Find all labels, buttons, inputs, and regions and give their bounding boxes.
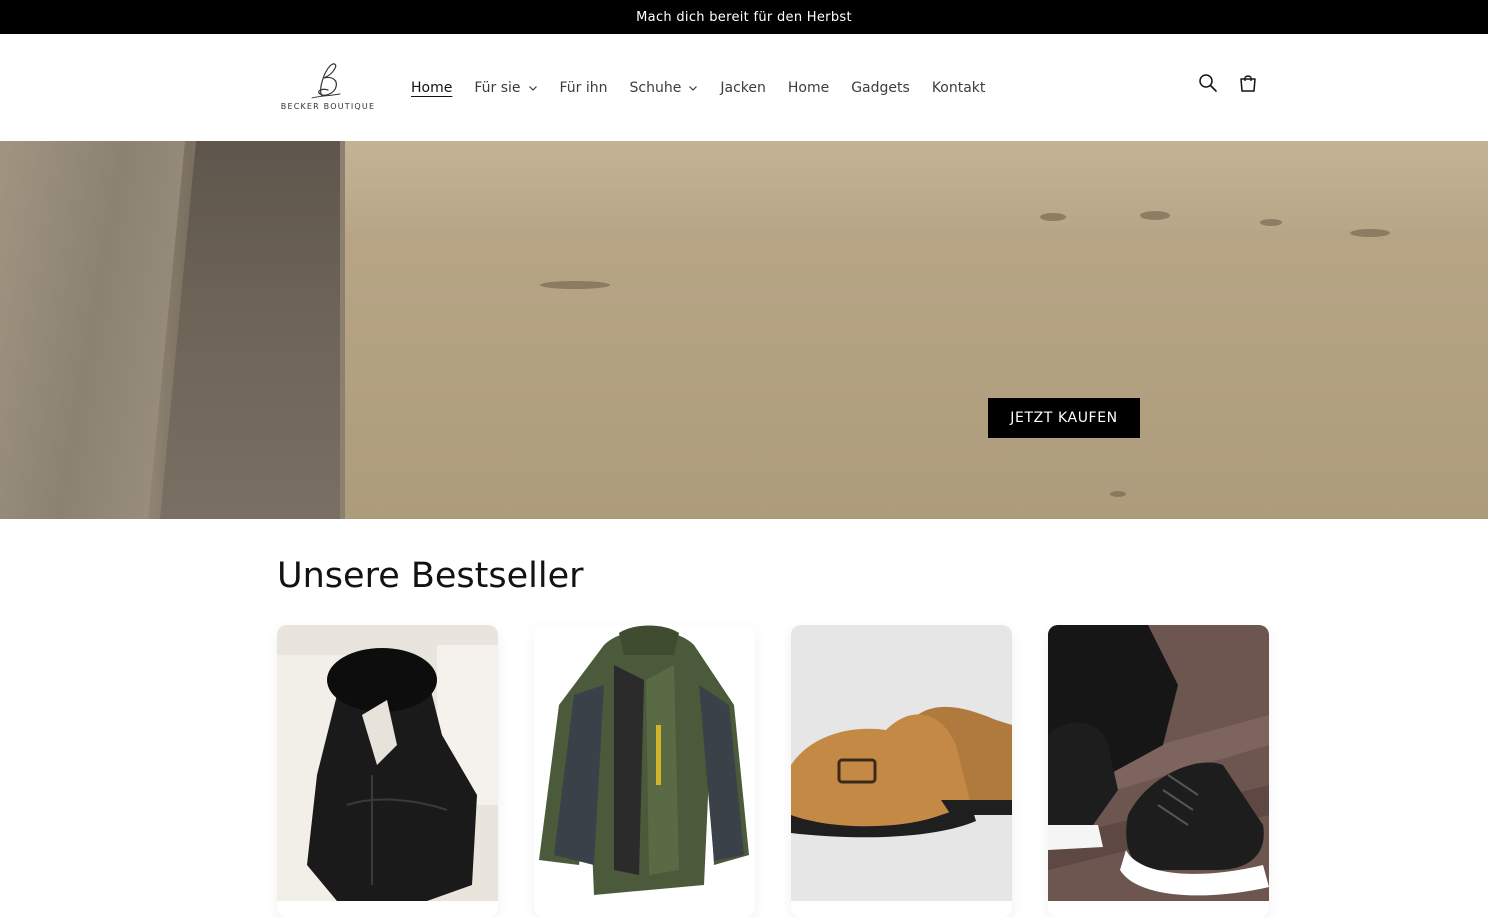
chevron-down-icon [528, 85, 537, 91]
search-icon [1199, 74, 1217, 92]
shop-now-button[interactable]: JETZT KAUFEN [988, 398, 1140, 438]
main-navigation: Home Für sie Für ihn Schuhe Jacken Home … [400, 34, 996, 141]
product-image-brown-clogs [791, 625, 1012, 901]
cart-icon [1240, 75, 1256, 92]
hero-rock [1110, 491, 1126, 497]
nav-item-label: Für ihn [559, 79, 608, 96]
announcement-text: Mach dich bereit für den Herbst [636, 9, 852, 25]
product-image-black-parka [277, 625, 498, 901]
product-card[interactable] [791, 625, 1012, 917]
site-header: BECKER BOUTIQUE Home Für sie Für ihn Sch… [0, 34, 1488, 141]
nav-item-label: Gadgets [851, 79, 910, 96]
product-image-green-jacket [534, 625, 755, 901]
hero-banner: JETZT KAUFEN [0, 141, 1488, 519]
hero-rock [1040, 213, 1066, 221]
nav-item-label: Home [787, 79, 830, 96]
logo-text: BECKER BOUTIQUE [280, 102, 376, 111]
nav-item-jacken[interactable]: Jacken [709, 73, 777, 103]
nav-item-label: Home [411, 79, 453, 96]
logo-monogram-icon [311, 63, 341, 99]
chevron-down-icon [689, 85, 698, 91]
product-card[interactable] [277, 625, 498, 917]
hero-rock [1260, 219, 1282, 226]
hero-rock [1350, 229, 1390, 237]
nav-item-schuhe[interactable]: Schuhe [619, 73, 710, 103]
product-card[interactable] [1048, 625, 1269, 917]
product-card[interactable] [534, 625, 755, 917]
product-grid [277, 625, 1269, 917]
cart-button[interactable] [1238, 72, 1258, 94]
nav-item-fuer-sie[interactable]: Für sie [463, 73, 548, 103]
hero-rock [1140, 211, 1170, 220]
hero-rock [540, 281, 610, 289]
nav-item-label: Kontakt [931, 79, 986, 96]
product-image-black-sneakers [1048, 625, 1269, 901]
nav-item-label: Schuhe [629, 79, 682, 96]
announcement-bar: Mach dich bereit für den Herbst [0, 0, 1488, 34]
nav-item-label: Jacken [720, 79, 766, 96]
nav-item-home[interactable]: Home [400, 73, 463, 103]
nav-item-kontakt[interactable]: Kontakt [921, 73, 997, 103]
nav-item-gadgets[interactable]: Gadgets [840, 73, 921, 103]
nav-item-label: Für sie [474, 79, 521, 96]
brand-logo[interactable]: BECKER BOUTIQUE [278, 60, 378, 116]
nav-item-fuer-ihn[interactable]: Für ihn [549, 73, 619, 103]
search-button[interactable] [1198, 72, 1218, 94]
nav-item-home-2[interactable]: Home [777, 73, 840, 103]
header-icons [1198, 72, 1258, 94]
bestsellers-title: Unsere Bestseller [277, 556, 584, 596]
hero-dune-shape [330, 141, 1488, 231]
